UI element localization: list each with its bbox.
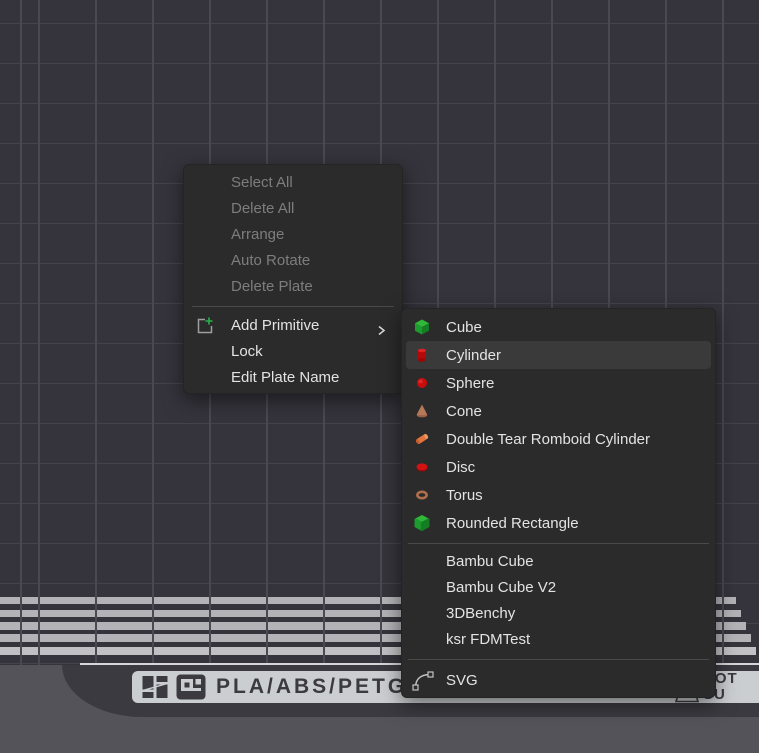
menu-item-lock[interactable]: Lock [184, 339, 402, 365]
menu-item-arrange: Arrange [184, 222, 402, 248]
submenu-item-ksr-fdmtest[interactable]: ksr FDMTest [406, 627, 711, 653]
rounded-rectangle-icon [412, 513, 432, 533]
cylinder-icon [412, 345, 432, 365]
disc-icon [412, 457, 432, 477]
submenu-item-bambu-cube-v2[interactable]: Bambu Cube V2 [406, 575, 711, 601]
submenu-item-3dbenchy[interactable]: 3DBenchy [406, 601, 711, 627]
add-primitive-icon [195, 316, 215, 336]
submenu-item-cube[interactable]: Cube [406, 313, 711, 341]
submenu-item-cylinder[interactable]: Cylinder [406, 341, 711, 369]
submenu-separator [408, 659, 709, 660]
add-primitive-submenu: Cube Cylinder Sphere [401, 308, 716, 698]
menu-item-auto-rotate: Auto Rotate [184, 248, 402, 274]
bezier-curve-icon [411, 668, 435, 692]
bambu-logo-icon [142, 675, 168, 703]
submenu-item-double-tear-romboid-cylinder[interactable]: Double Tear Romboid Cylinder [406, 425, 711, 453]
cube-icon [412, 317, 432, 337]
menu-item-delete-plate: Delete Plate [184, 274, 402, 300]
menu-separator [192, 306, 394, 307]
submenu-item-torus[interactable]: Torus [406, 481, 711, 509]
submenu-item-sphere[interactable]: Sphere [406, 369, 711, 397]
submenu-separator [408, 543, 709, 544]
submenu-item-disc[interactable]: Disc [406, 453, 711, 481]
torus-icon [412, 485, 432, 505]
sphere-icon [412, 373, 432, 393]
plate-material-label: PLA/ABS/PETG [216, 675, 407, 699]
menu-item-delete-all: Delete All [184, 196, 402, 222]
romboid-cylinder-icon [412, 429, 432, 449]
qr-code-icon [176, 674, 206, 703]
submenu-item-rounded-rectangle[interactable]: Rounded Rectangle [406, 509, 711, 537]
submenu-item-svg[interactable]: SVG [406, 665, 711, 695]
submenu-item-cone[interactable]: Cone [406, 397, 711, 425]
submenu-item-bambu-cube[interactable]: Bambu Cube [406, 549, 711, 575]
slicer-3d-viewport: PLA/ABS/PETG HOT SU Select All Delete Al… [0, 0, 759, 753]
menu-item-select-all: Select All [184, 170, 402, 196]
cone-icon [412, 401, 432, 421]
menu-item-edit-plate-name[interactable]: Edit Plate Name [184, 365, 402, 391]
menu-item-add-primitive[interactable]: Add Primitive [184, 313, 402, 339]
plate-context-menu: Select All Delete All Arrange Auto Rotat… [183, 164, 403, 394]
